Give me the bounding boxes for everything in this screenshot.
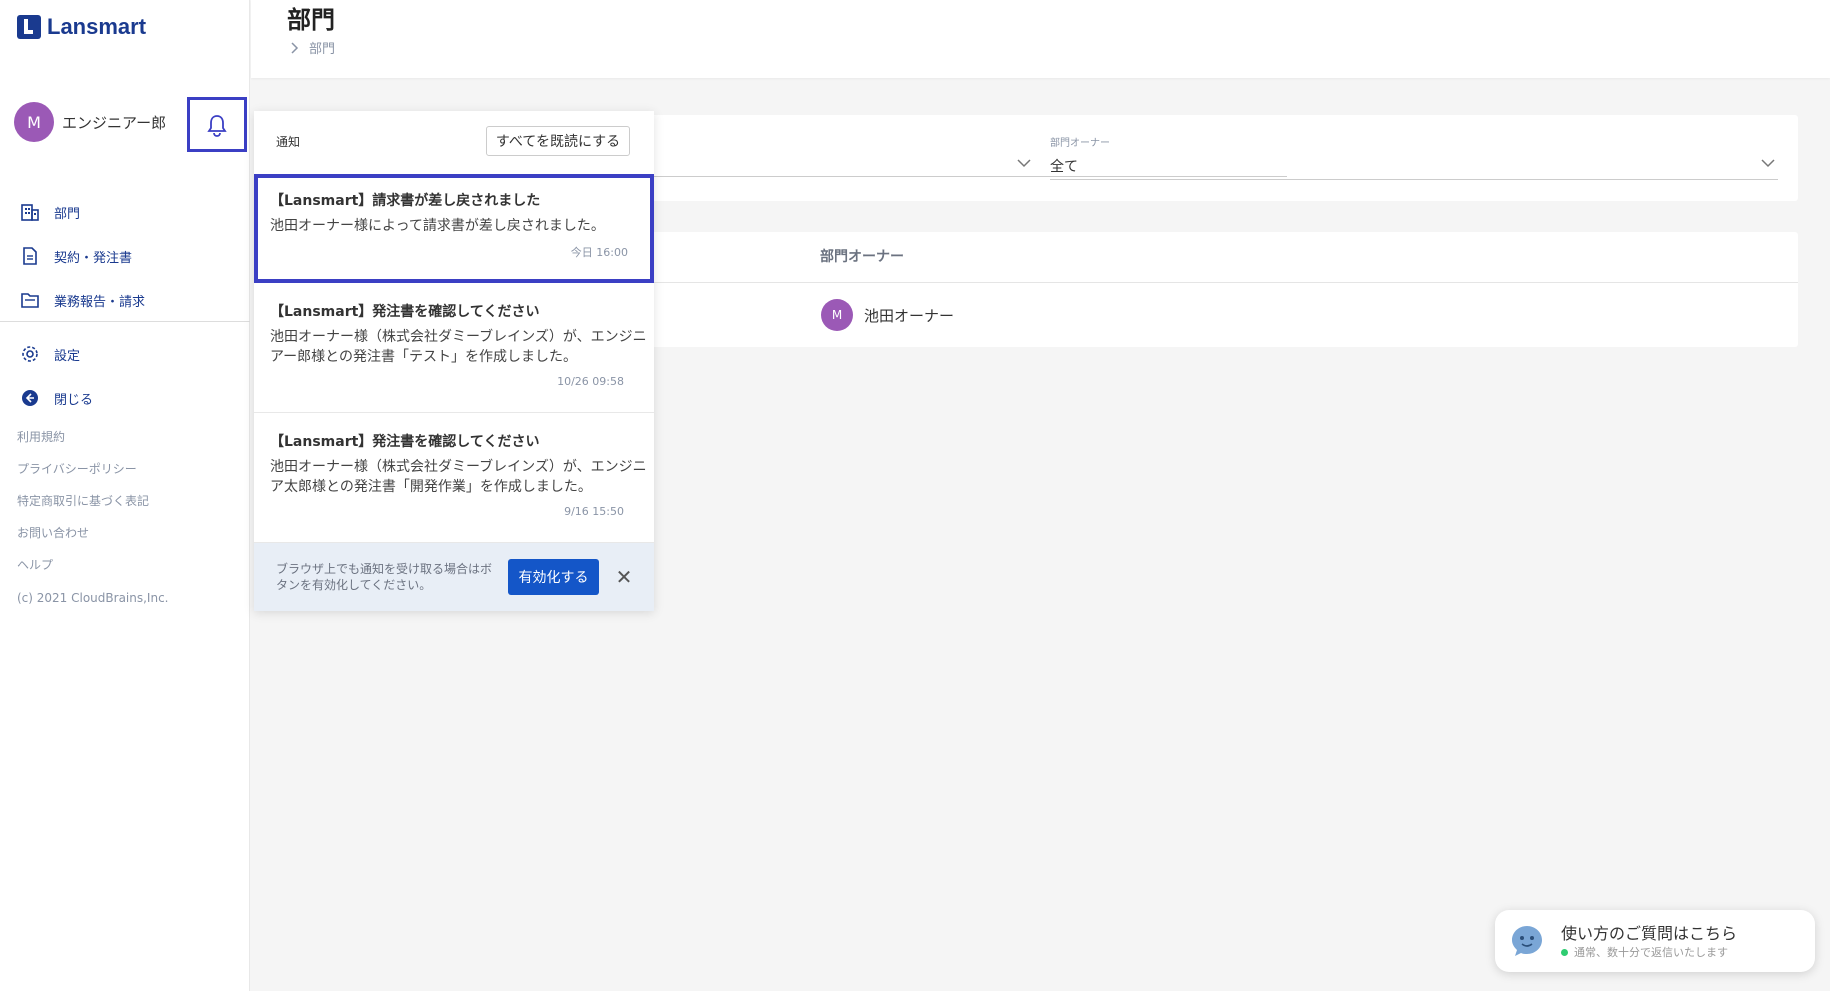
logo[interactable]: Lansmart — [17, 14, 146, 40]
notification-item-time: 今日 16:00 — [570, 246, 628, 259]
building-icon — [21, 204, 39, 221]
notification-item-body: 池田オーナー様（株式会社ダミーブレインズ）が、エンジニアー郎様との発注書「テスト… — [270, 329, 647, 365]
link-privacy[interactable]: プライバシーポリシー — [17, 460, 149, 492]
breadcrumb-item[interactable]: 部門 — [309, 38, 335, 57]
sidebar-item-label: 契約・発注書 — [54, 250, 133, 266]
chevron-down-icon[interactable] — [1017, 158, 1031, 168]
notification-header: 通知 すべてを既読にする — [254, 111, 654, 174]
notification-item[interactable]: 【Lansmart】発注書を確認してください 池田オーナー様（株式会社ダミーブレ… — [254, 413, 654, 543]
main-nav: 部門 契約・発注書 業務報告・請求 — [0, 190, 250, 322]
sidebar-item-departments[interactable]: 部門 — [0, 190, 250, 234]
sidebar-item-label: 部門 — [54, 206, 81, 222]
notification-item[interactable]: 【Lansmart】発注書を確認してください 池田オーナー様（株式会社ダミーブレ… — [254, 283, 654, 413]
page-header: 部門 部門 — [251, 0, 1830, 78]
sidebar-item-label: 閉じる — [54, 392, 94, 408]
sidebar-item-reports[interactable]: 業務報告・請求 — [0, 278, 250, 322]
notification-title: 通知 — [276, 135, 301, 149]
help-subtitle-text: 通常、数十分で返信いたします — [1574, 946, 1728, 959]
notification-item-title: 【Lansmart】発注書を確認してください — [270, 434, 540, 450]
mark-all-read-button[interactable]: すべてを既読にする — [486, 126, 630, 156]
help-chat-widget[interactable]: 使い方のご質問はこちら 通常、数十分で返信いたします — [1495, 910, 1815, 972]
owner-filter-select[interactable]: 全て — [1050, 156, 1778, 180]
sidebar-item-label: 設定 — [54, 348, 81, 364]
sidebar-item-label: 業務報告・請求 — [54, 294, 146, 310]
avatar: M — [821, 299, 853, 331]
notification-item-title: 【Lansmart】請求書が差し戻されました — [270, 193, 541, 209]
push-notification-text: ブラウザ上でも通知を受け取る場合はボタンを有効化してください。 — [276, 562, 493, 592]
footer-links: 利用規約 プライバシーポリシー 特定商取引に基づく表記 お問い合わせ ヘルプ — [17, 428, 149, 588]
help-subtitle: 通常、数十分で返信いたします — [1561, 944, 1728, 960]
sidebar-item-close[interactable]: 閉じる — [0, 376, 250, 420]
push-notification-banner: ブラウザ上でも通知を受け取る場合はボタンを有効化してください。 有効化する ✕ — [254, 543, 654, 611]
notification-item-title: 【Lansmart】発注書を確認してください — [270, 304, 540, 320]
folder-icon — [21, 293, 39, 308]
notification-item[interactable]: 【Lansmart】請求書が差し戻されました 池田オーナー様によって請求書が差し… — [254, 174, 654, 283]
notification-item-body: 池田オーナー様（株式会社ダミーブレインズ）が、エンジニア太郎様との発注書「開発作… — [270, 459, 647, 495]
chevron-right-icon — [291, 41, 299, 54]
owner-filter-label: 部門オーナー — [1050, 138, 1110, 149]
arrow-left-circle-icon — [22, 390, 38, 406]
copyright: (c) 2021 CloudBrains,Inc. — [17, 591, 169, 605]
breadcrumb: 部門 — [291, 38, 335, 57]
column-header-owner[interactable]: 部門オーナー — [820, 246, 904, 266]
notification-bell-button[interactable] — [187, 97, 247, 152]
online-status-dot — [1561, 948, 1568, 956]
divider — [0, 321, 250, 322]
logo-text: Lansmart — [47, 14, 147, 39]
table-cell-owner[interactable]: 池田オーナー — [864, 305, 954, 326]
close-icon[interactable]: ✕ — [612, 565, 636, 589]
gear-icon — [22, 346, 38, 362]
link-contact[interactable]: お問い合わせ — [17, 524, 149, 556]
link-terms[interactable]: 利用規約 — [17, 428, 149, 460]
sidebar-item-contracts[interactable]: 契約・発注書 — [0, 234, 250, 278]
notification-item-time: 10/26 09:58 — [557, 375, 624, 388]
chevron-down-icon[interactable] — [1761, 158, 1775, 168]
link-commerce[interactable]: 特定商取引に基づく表記 — [17, 492, 149, 524]
user-profile[interactable]: M エンジニアー郎 — [14, 102, 166, 142]
notification-panel: 通知 すべてを既読にする 【Lansmart】請求書が差し戻されました 池田オー… — [254, 111, 654, 611]
avatar: M — [14, 102, 54, 142]
logo-icon — [17, 15, 41, 39]
secondary-nav: 設定 閉じる — [0, 332, 250, 420]
sidebar-item-settings[interactable]: 設定 — [0, 332, 250, 376]
notification-item-body: 池田オーナー様によって請求書が差し戻されました。 — [270, 218, 605, 234]
page-title: 部門 — [287, 6, 335, 34]
link-help[interactable]: ヘルプ — [17, 556, 149, 588]
notification-item-time: 9/16 15:50 — [564, 505, 624, 518]
bell-icon — [207, 114, 227, 137]
help-title: 使い方のご質問はこちら — [1561, 924, 1738, 943]
enable-push-button[interactable]: 有効化する — [508, 559, 599, 595]
chat-bot-icon — [1512, 926, 1542, 956]
user-name: エンジニアー郎 — [62, 113, 167, 132]
document-icon — [23, 247, 37, 265]
